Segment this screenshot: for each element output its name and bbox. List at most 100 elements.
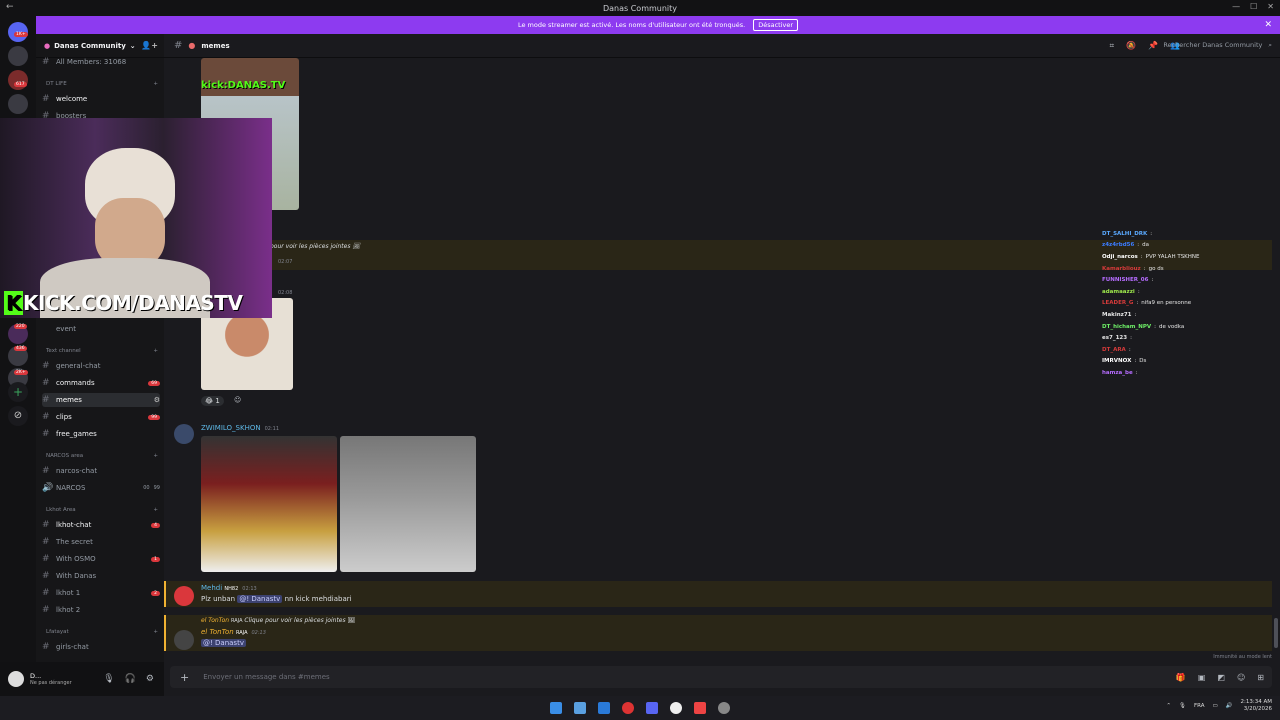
disable-streamer-mode-button[interactable]: Désactiver (753, 19, 799, 31)
channel-with-osmo[interactable]: # With OSMO 1 (42, 552, 160, 566)
hash-icon: # (42, 466, 50, 476)
discord-app-icon[interactable] (646, 702, 658, 714)
unread-badge: 99 (148, 414, 160, 420)
message-composer[interactable]: + Envoyer un message dans #memes 🎁 ▣ ◩ ☺… (170, 666, 1272, 688)
channel-memes[interactable]: # memes ⚙ (42, 393, 160, 407)
apps-icon[interactable]: ⊞ (1257, 673, 1264, 682)
close-banner-icon[interactable]: ✕ (1264, 20, 1272, 30)
server-name: Danas Community (54, 41, 126, 50)
search-icon: ⌕ (1268, 41, 1272, 49)
server-icon[interactable] (8, 94, 28, 114)
channel-lkhot-1[interactable]: # lkhot 12 (42, 586, 160, 600)
microphone-tray-icon[interactable]: 🎙 (1179, 703, 1186, 709)
message-timestamp: 02:07 (278, 259, 293, 265)
channel-general-chat[interactable]: # general-chat (42, 359, 160, 373)
channel-clips[interactable]: # clips 99 (42, 410, 160, 424)
minimize-button[interactable]: — (1232, 2, 1240, 11)
invite-people-icon[interactable]: 👤+ (141, 41, 158, 50)
back-arrow-icon[interactable]: ← (6, 2, 14, 12)
edge-browser-icon[interactable] (598, 702, 610, 714)
attach-plus-icon[interactable]: + (180, 671, 189, 684)
server-icon[interactable] (8, 70, 28, 90)
channel-free-games[interactable]: # free_games (42, 427, 160, 441)
channel-event[interactable]: event (42, 322, 160, 336)
message-input[interactable]: Envoyer un message dans #memes (203, 673, 329, 681)
channel-narcos-chat[interactable]: # narcos-chat (42, 464, 160, 478)
add-channel-icon[interactable]: + (153, 629, 158, 635)
stream-chat-line: FUNNISHER_06: (1102, 274, 1272, 286)
search-box[interactable]: Rechercher Danas Community ⌕ (1163, 41, 1272, 50)
pin-icon[interactable]: 📌 (1148, 41, 1158, 51)
message-author[interactable]: Mehdi NH82 02:13 (201, 584, 257, 592)
settings-gear-icon[interactable]: ⚙ (154, 396, 160, 404)
all-members-channel[interactable]: # All Members: 31068 (42, 55, 160, 69)
reaction-laugh[interactable]: 😂 1 (201, 396, 224, 406)
message-author[interactable]: ZWIMILO_SKHON 02:11 (201, 424, 279, 432)
add-server-icon[interactable]: + (8, 382, 28, 402)
voice-channel-narcos[interactable]: 🔊 NARCOS 00 99 (42, 481, 160, 495)
discover-icon[interactable]: ⊘ (8, 406, 28, 426)
category-narcos-area[interactable]: NARCOS area + (46, 453, 158, 459)
user-mention[interactable]: @! Danastv (201, 639, 246, 647)
hash-icon: # (42, 554, 50, 564)
windows-start-icon[interactable] (550, 702, 562, 714)
add-reaction-icon[interactable]: ☺ (234, 396, 241, 404)
search-input[interactable]: Rechercher Danas Community (1163, 41, 1262, 50)
volume-icon[interactable]: 🔊 (1226, 703, 1233, 709)
channel-lkhot-chat[interactable]: # lkhot-chat 4 (42, 518, 160, 532)
composer-tools: 🎁 ▣ ◩ ☺ ⊞ (1176, 673, 1264, 682)
tray-chevron-icon[interactable]: ⌃ (1166, 703, 1171, 709)
gif-icon[interactable]: ▣ (1198, 673, 1206, 682)
category-text-channel[interactable]: Text channel + (46, 348, 158, 354)
avatar[interactable] (174, 586, 194, 606)
mute-bell-icon[interactable]: 🔕 (1126, 41, 1136, 51)
category-lkhot-area[interactable]: Lkhot Area + (46, 507, 158, 513)
reply-preview[interactable]: el TonTon RAJA Clique pour voir les pièc… (201, 617, 355, 624)
maximize-button[interactable]: ☐ (1250, 2, 1257, 11)
clock[interactable]: 2:13:34 AM 3/20/2026 (1241, 699, 1272, 713)
image-attachment[interactable] (340, 436, 476, 572)
close-window-button[interactable]: ✕ (1267, 2, 1274, 11)
category-lfatayat[interactable]: Lfatayat + (46, 629, 158, 635)
headphones-icon[interactable]: 🎧 (125, 674, 136, 684)
user-info[interactable]: D... Ne pas déranger (30, 672, 72, 686)
reply-preview[interactable]: pour voir les pièces jointes 🖼 (270, 243, 360, 250)
unread-badge: 69 (148, 380, 160, 386)
add-channel-icon[interactable]: + (153, 453, 158, 459)
add-channel-icon[interactable]: + (153, 81, 158, 87)
hash-icon: # (174, 40, 183, 51)
gear-icon[interactable]: ⚙ (146, 674, 154, 684)
emoji-icon[interactable]: ☺ (1237, 673, 1245, 682)
add-channel-icon[interactable]: + (153, 348, 158, 354)
server-icon[interactable] (8, 46, 28, 66)
threads-icon[interactable]: ⌗ (1110, 41, 1115, 51)
message-author[interactable]: el TonTon RAJA 02:13 (201, 628, 266, 636)
avatar[interactable] (174, 424, 194, 444)
gift-icon[interactable]: 🎁 (1176, 673, 1186, 682)
server-badge: 2K+ (14, 370, 28, 375)
channel-with-danas[interactable]: # With Danas (42, 569, 160, 583)
channel-girls-chat[interactable]: # girls-chat (42, 640, 160, 654)
channel-the-secret[interactable]: # The secret (42, 535, 160, 549)
user-avatar[interactable] (8, 671, 24, 687)
language-indicator[interactable]: FRA (1194, 703, 1205, 709)
user-mention[interactable]: @! Danastv (237, 595, 283, 603)
sticker-icon[interactable]: ◩ (1217, 673, 1225, 682)
settings-app-icon[interactable] (718, 702, 730, 714)
scrollbar[interactable] (1274, 618, 1278, 648)
file-explorer-icon[interactable] (574, 702, 586, 714)
category-dt-life[interactable]: DT LIFE + (46, 81, 158, 87)
obs-app-icon[interactable] (670, 702, 682, 714)
image-attachment[interactable] (201, 436, 337, 572)
stream-chat-separator: : (1150, 230, 1153, 237)
channel-commands[interactable]: # commands 69 (42, 376, 160, 390)
microphone-icon[interactable]: 🎙 (103, 674, 114, 684)
channel-lkhot-2[interactable]: # lkhot 2 (42, 603, 160, 617)
recording-app-icon[interactable] (622, 702, 634, 714)
network-icon[interactable]: ▭ (1212, 703, 1217, 709)
avatar[interactable] (174, 630, 194, 650)
brave-browser-icon[interactable] (694, 702, 706, 714)
add-channel-icon[interactable]: + (153, 507, 158, 513)
channel-welcome[interactable]: # welcome (42, 92, 160, 106)
dm-badge: 1K+ (14, 32, 28, 37)
